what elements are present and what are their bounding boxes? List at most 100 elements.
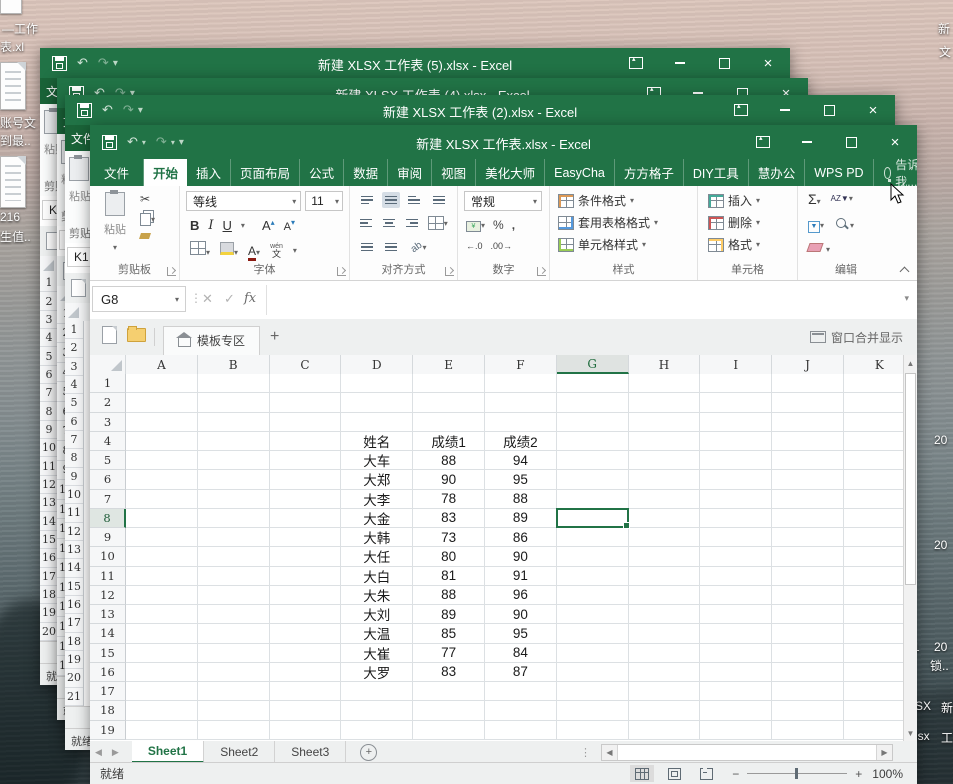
cell-A13[interactable] <box>126 605 198 624</box>
cancel-entry-button[interactable]: ✕ <box>202 291 213 307</box>
cell-C13[interactable] <box>270 605 342 624</box>
bottom-align-button[interactable] <box>406 192 424 208</box>
cell-J11[interactable] <box>772 567 844 586</box>
desktop-icon-label-fragment[interactable]: 20 <box>934 640 947 654</box>
cell-H7[interactable] <box>629 490 701 509</box>
italic-button[interactable]: I <box>208 218 213 233</box>
font-size-select[interactable]: 11▾ <box>305 191 343 211</box>
vertical-scroll-thumb[interactable] <box>905 373 916 585</box>
scroll-down-icon[interactable]: ▼ <box>904 725 917 741</box>
cell-I14[interactable] <box>700 624 772 643</box>
cell-K17[interactable] <box>844 682 903 701</box>
sheet-tab-Sheet3[interactable]: Sheet3 <box>275 741 346 763</box>
cell-C16[interactable] <box>270 663 342 682</box>
row-header[interactable]: 9 <box>40 421 58 439</box>
cell-F9[interactable]: 86 <box>485 528 557 547</box>
merge-center-button[interactable]: ▾ <box>427 215 449 231</box>
sheet-next-icon[interactable]: ▶ <box>107 741 124 763</box>
percent-style-button[interactable]: % <box>493 218 504 232</box>
ribbon-tab-方方格子[interactable]: 方方格子 <box>615 159 684 186</box>
increase-decimal-button[interactable]: ←.0 <box>466 241 483 251</box>
row-header[interactable]: 2 <box>40 292 58 310</box>
cell-B10[interactable] <box>198 547 270 566</box>
bold-button[interactable]: B <box>190 218 199 233</box>
cell-K5[interactable] <box>844 451 903 470</box>
select-all-icon[interactable] <box>43 260 54 271</box>
align-left-button[interactable] <box>358 215 375 231</box>
cell-H13[interactable] <box>629 605 701 624</box>
insert-cells-button[interactable]: 插入▾ <box>708 192 760 209</box>
zoom-slider-thumb[interactable] <box>795 768 798 779</box>
row-header[interactable]: 7 <box>65 431 83 449</box>
cell-I7[interactable] <box>700 490 772 509</box>
row-header[interactable]: 11 <box>40 457 58 475</box>
cell-C15[interactable] <box>270 644 342 663</box>
row-header-10[interactable]: 10 <box>90 547 126 566</box>
row-header[interactable]: 19 <box>65 651 83 669</box>
cell-J14[interactable] <box>772 624 844 643</box>
row-header[interactable]: 6 <box>65 413 83 431</box>
redo-icon[interactable]: ↷ <box>123 102 134 118</box>
worksheet-grid[interactable]: 1234姓名成绩1成绩25大车88946大郑90957大李78888大金8389… <box>90 374 903 741</box>
cell-K8[interactable] <box>844 509 903 528</box>
cell-A12[interactable] <box>126 586 198 605</box>
row-header[interactable]: 5 <box>65 394 83 412</box>
cell-A11[interactable] <box>126 567 198 586</box>
insert-function-button[interactable]: fx <box>244 291 256 306</box>
row-header-8[interactable]: 8 <box>90 509 126 528</box>
ribbon-tab-EasyCha[interactable]: EasyCha <box>545 159 615 186</box>
row-header[interactable]: 18 <box>40 586 58 604</box>
cell-F19[interactable] <box>485 721 557 740</box>
select-all-button[interactable] <box>90 355 126 374</box>
top-align-button[interactable] <box>358 192 376 208</box>
cell-J3[interactable] <box>772 413 844 432</box>
cell-H14[interactable] <box>629 624 701 643</box>
cell-H5[interactable] <box>629 451 701 470</box>
cell-H11[interactable] <box>629 567 701 586</box>
cell-I4[interactable] <box>700 432 772 451</box>
column-header-B[interactable]: B <box>198 355 270 374</box>
clipboard-dialog-launcher-icon[interactable] <box>167 267 176 276</box>
row-header-6[interactable]: 6 <box>90 470 126 489</box>
cell-I13[interactable] <box>700 605 772 624</box>
cell-H9[interactable] <box>629 528 701 547</box>
cell-I12[interactable] <box>700 586 772 605</box>
column-header-K[interactable]: K <box>844 355 903 374</box>
center-button[interactable] <box>381 215 398 231</box>
column-header-D[interactable]: D <box>341 355 413 374</box>
cell-E11[interactable]: 81 <box>413 567 485 586</box>
row-header[interactable]: 3 <box>65 358 83 376</box>
cell-E4[interactable]: 成绩1 <box>413 432 485 451</box>
cell-E8[interactable]: 83 <box>413 509 485 528</box>
row-header-16[interactable]: 16 <box>90 663 126 682</box>
number-dialog-launcher-icon[interactable] <box>537 267 546 276</box>
horizontal-scroll-thumb[interactable] <box>618 745 876 760</box>
cell-G9[interactable] <box>557 528 629 547</box>
cell-K19[interactable] <box>844 721 903 740</box>
cell-F18[interactable] <box>485 701 557 720</box>
cell-G14[interactable] <box>557 624 629 643</box>
cell-D8[interactable]: 大金 <box>341 509 413 528</box>
cell-E16[interactable]: 83 <box>413 663 485 682</box>
cell-A17[interactable] <box>126 682 198 701</box>
cell-B8[interactable] <box>198 509 270 528</box>
row-header[interactable]: 16 <box>65 596 83 614</box>
cell-A18[interactable] <box>126 701 198 720</box>
row-header-11[interactable]: 11 <box>90 567 126 586</box>
cell-H1[interactable] <box>629 374 701 393</box>
cell-C17[interactable] <box>270 682 342 701</box>
paste-button[interactable]: 粘贴 ▾ <box>96 192 134 255</box>
cell-I16[interactable] <box>700 663 772 682</box>
cell-E5[interactable]: 88 <box>413 451 485 470</box>
cell-K11[interactable] <box>844 567 903 586</box>
zoom-in-button[interactable]: + <box>855 767 862 781</box>
comma-style-button[interactable]: , <box>512 218 515 232</box>
cell-H18[interactable] <box>629 701 701 720</box>
row-header[interactable]: 2 <box>65 339 83 357</box>
row-header-4[interactable]: 4 <box>90 432 126 451</box>
cell-G7[interactable] <box>557 490 629 509</box>
cell-F13[interactable]: 90 <box>485 605 557 624</box>
ribbon-tab-慧办公[interactable]: 慧办公 <box>749 159 806 186</box>
save-icon[interactable] <box>52 56 67 71</box>
cell-K18[interactable] <box>844 701 903 720</box>
